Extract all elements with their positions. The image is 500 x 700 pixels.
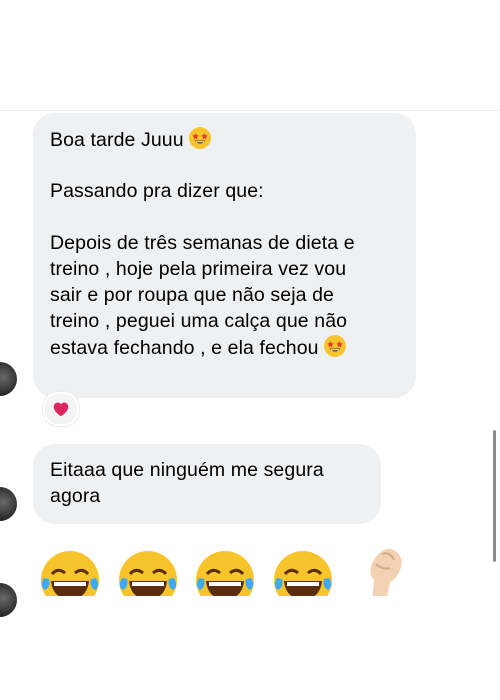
message-line: treino , hoje pela primeira vez vou — [50, 258, 347, 280]
scrollbar-thumb[interactable] — [493, 430, 496, 562]
message-line: Passando pra dizer que: — [50, 180, 264, 202]
header-divider — [0, 110, 500, 111]
face-with-tears-of-joy-icon — [119, 551, 177, 596]
message-line: Eitaaa que ninguém me segura — [50, 459, 324, 481]
star-struck-emoji-icon — [188, 127, 211, 149]
red-heart-icon — [53, 402, 69, 417]
message-line: estava fechando , e ela fechou — [50, 334, 398, 360]
message-line: Depois de três semanas de dieta e — [50, 232, 355, 254]
sender-avatar[interactable] — [0, 362, 17, 396]
message-line: treino , peguei uma calça que não — [50, 310, 348, 332]
face-with-tears-of-joy-icon — [196, 551, 254, 596]
message-line: Boa tarde Juuu — [50, 126, 398, 152]
sender-avatar[interactable] — [0, 487, 17, 521]
face-with-tears-of-joy-icon — [274, 551, 332, 596]
reaction-badge[interactable] — [43, 392, 79, 426]
pinched-fingers-icon — [370, 548, 402, 596]
star-struck-emoji-icon — [323, 335, 346, 357]
message-line: sair e por roupa que não seja de — [50, 284, 334, 306]
emoji-message[interactable] — [0, 540, 500, 596]
message-bubble-1[interactable]: Boa tarde Juuu Passando pra dizer que: D… — [33, 113, 416, 398]
message-line — [50, 152, 398, 178]
message-line — [50, 204, 398, 230]
message-bubble-2[interactable]: Eitaaa que ninguém me segura agora — [33, 444, 381, 524]
face-with-tears-of-joy-icon — [41, 551, 99, 596]
message-line: agora — [50, 485, 101, 507]
